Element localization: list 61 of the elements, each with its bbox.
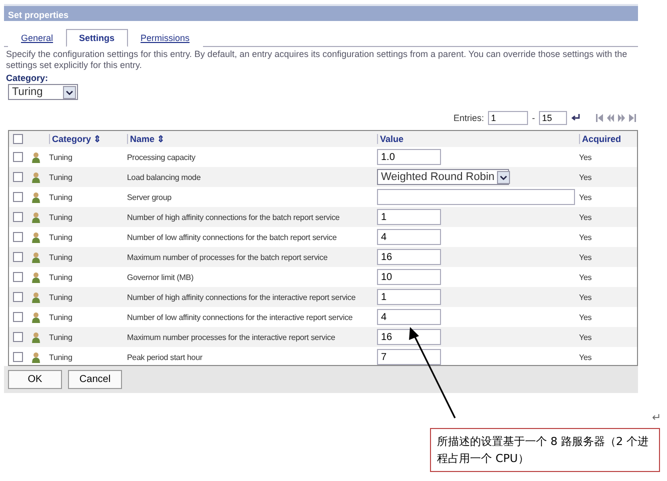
- category-cell: Tuning: [49, 312, 72, 322]
- acquired-cell: Yes: [579, 212, 592, 222]
- value-field[interactable]: 1: [377, 289, 441, 305]
- acquired-cell: Yes: [579, 152, 592, 162]
- callout-note: 所描述的设置基于一个 8 路服务器（2 个进程占用一个 CPU）: [430, 428, 660, 472]
- name-cell: Number of high affinity connections for the interactive report service: [127, 292, 356, 302]
- name-cell: Number of high affinity connections for the batch report service: [127, 212, 340, 222]
- category-cell: Tuning: [49, 152, 72, 162]
- entries-label: Entries:: [453, 113, 484, 123]
- category-label: Category:: [5, 72, 50, 84]
- value-field[interactable]: 1.0: [377, 149, 441, 165]
- acquired-cell: Yes: [579, 292, 592, 302]
- value-field[interactable]: 16: [377, 249, 441, 265]
- value-field[interactable]: 7: [377, 349, 441, 365]
- name-cell: Maximum number processes for the interactive report service: [127, 332, 336, 342]
- value-field[interactable]: 1: [377, 209, 441, 225]
- value-field[interactable]: 4: [377, 309, 441, 325]
- acquired-cell: Yes: [579, 252, 592, 262]
- value-field[interactable]: 4: [377, 229, 441, 245]
- from-field[interactable]: 1: [488, 111, 528, 125]
- name-cell: Load balancing mode: [127, 172, 201, 182]
- acquired-cell: Yes: [579, 312, 592, 322]
- column-header[interactable]: Name ⇕: [127, 134, 377, 144]
- category-cell: Tuning: [49, 232, 72, 242]
- tab[interactable]: Settings: [66, 29, 128, 47]
- column-header: Value: [377, 134, 579, 144]
- category-cell: Tuning: [49, 332, 72, 342]
- category-cell: Tuning: [49, 352, 72, 362]
- name-cell: Number of low affinity connections for the interactive report service: [127, 312, 353, 322]
- category-cell: Tuning: [49, 272, 72, 282]
- value-field[interactable]: 16: [377, 329, 441, 345]
- name-cell: Governor limit (MB): [127, 272, 194, 282]
- category-cell: Tuning: [49, 292, 72, 302]
- range-separator: -: [532, 113, 535, 123]
- name-cell: Number of low affinity connections for the batch report service: [127, 232, 337, 242]
- to-field[interactable]: 15: [539, 111, 567, 125]
- description: Specify the configuration settings for this entry. By default, an entry acquires its configuration settings from a parent. You can override those settings with the settings set explicitly for this entry.: [5, 48, 628, 71]
- acquired-cell: Yes: [579, 332, 592, 342]
- category-select[interactable]: Turing: [8, 84, 78, 100]
- tab[interactable]: Permissions: [128, 29, 203, 47]
- value-select[interactable]: Weighted Round Robin: [377, 169, 509, 185]
- dialog-button[interactable]: OK: [8, 370, 62, 389]
- category-cell: Tuning: [49, 172, 72, 182]
- column-header: Acquired: [579, 134, 637, 144]
- dialog-button[interactable]: Cancel: [68, 370, 122, 389]
- category-cell: Tuning: [49, 192, 72, 202]
- acquired-cell: Yes: [579, 232, 592, 242]
- acquired-cell: Yes: [579, 352, 592, 362]
- window-title: Set properties: [4, 4, 638, 21]
- name-cell: Maximum number of processes for the batch report service: [127, 252, 328, 262]
- value-field[interactable]: 10: [377, 269, 441, 285]
- acquired-cell: Yes: [579, 172, 592, 182]
- name-cell: Peak period start hour: [127, 352, 202, 362]
- paragraph-mark: ↵: [652, 411, 661, 424]
- name-cell: Processing capacity: [127, 152, 196, 162]
- category-cell: Tuning: [49, 252, 72, 262]
- category-cell: Tuning: [49, 212, 72, 222]
- name-cell: Server group: [127, 192, 172, 202]
- acquired-cell: Yes: [579, 272, 592, 282]
- acquired-cell: Yes: [579, 192, 592, 202]
- column-header[interactable]: Category ⇕: [49, 134, 127, 144]
